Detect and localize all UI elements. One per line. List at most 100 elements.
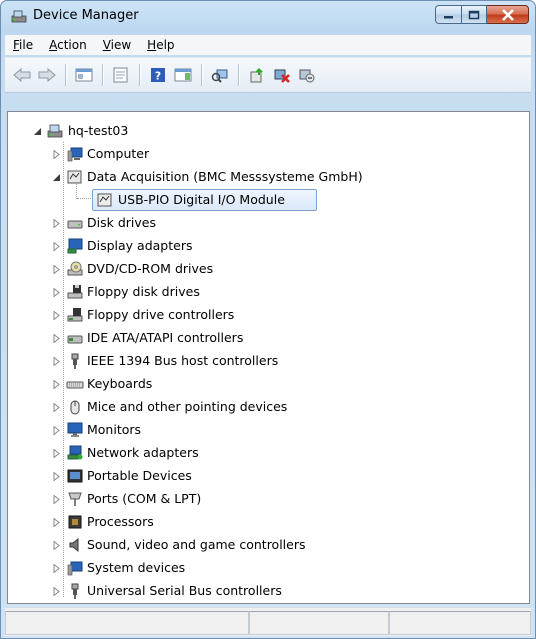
toolbar-separator — [102, 64, 104, 86]
network-adapter-icon — [67, 445, 83, 460]
tree-node-label: IDE ATA/ATAPI controllers — [87, 330, 244, 345]
tree-node-monitors[interactable]: Monitors — [8, 419, 528, 441]
menu-file[interactable]: File — [5, 38, 41, 52]
status-pane-3 — [389, 611, 531, 635]
tree-node-system-devices[interactable]: System devices — [8, 557, 528, 579]
tree-root[interactable]: hq-test03 — [8, 120, 528, 142]
expand-arrow-icon[interactable] — [52, 311, 61, 320]
expand-arrow-icon[interactable] — [52, 587, 61, 596]
computer-icon — [67, 147, 83, 162]
tree-node-portable-devices[interactable]: Portable Devices — [8, 465, 528, 487]
tree-node-label: System devices — [87, 560, 186, 575]
tree-node-label: Keyboards — [87, 376, 153, 391]
tree-node-network-adapters[interactable]: Network adapters — [8, 442, 528, 464]
expand-arrow-icon[interactable] — [52, 150, 61, 159]
menu-view[interactable]: View — [95, 38, 139, 52]
menu-view-label: iew — [110, 38, 132, 52]
tree-node-floppy-disk-drives[interactable]: Floppy disk drives — [8, 281, 528, 303]
tree-node-ports[interactable]: Ports (COM & LPT) — [8, 488, 528, 510]
toolbar-separator — [238, 64, 240, 86]
tree-node-label: Disk drives — [87, 215, 156, 230]
tree-node-dvd-cd-rom-drives[interactable]: DVD/CD-ROM drives — [8, 258, 528, 280]
scan-hardware-icon — [211, 69, 228, 83]
close-button[interactable] — [487, 5, 529, 24]
disable-device-icon — [299, 69, 315, 83]
window-title: Device Manager — [33, 8, 139, 23]
expand-arrow-icon[interactable] — [52, 380, 61, 389]
menu-action-accel: A — [49, 38, 58, 52]
device-tree-panel[interactable]: hq-test03 Computer Data Acquisition (BMC… — [7, 111, 530, 604]
tree-node-label: Floppy drive controllers — [87, 307, 235, 322]
usb-icon — [71, 583, 79, 599]
properties-icon — [113, 67, 128, 83]
firewire-icon — [71, 353, 79, 369]
menu-view-accel: V — [102, 38, 111, 52]
uninstall-icon — [274, 69, 290, 83]
tree-node-keyboards[interactable]: Keyboards — [8, 373, 528, 395]
update-driver-button[interactable] — [246, 64, 268, 86]
forward-icon — [38, 67, 56, 83]
expand-arrow-icon[interactable] — [52, 357, 61, 366]
scan-hardware-button[interactable] — [209, 64, 231, 86]
minimize-button[interactable] — [435, 5, 461, 24]
tree-node-sound-video-game[interactable]: Sound, video and game controllers — [8, 534, 528, 556]
tree-node-disk-drives[interactable]: Disk drives — [8, 212, 528, 234]
computer-root-icon — [47, 124, 63, 138]
expand-arrow-icon[interactable] — [52, 472, 61, 481]
toolbar-separator — [139, 64, 141, 86]
dvd-drive-icon — [67, 261, 83, 276]
title-bar[interactable]: Device Manager — [1, 1, 535, 31]
floppy-disk-icon — [67, 285, 83, 299]
io-module-icon — [97, 193, 112, 207]
collapse-arrow-icon[interactable] — [52, 173, 61, 182]
expand-arrow-icon[interactable] — [52, 495, 61, 504]
tree-node-usb-controllers[interactable]: Universal Serial Bus controllers — [8, 580, 528, 602]
properties-button[interactable] — [110, 64, 132, 86]
menu-action[interactable]: Action — [41, 38, 95, 52]
tree-node-label: Mice and other pointing devices — [87, 399, 288, 414]
data-acquisition-icon — [67, 170, 82, 184]
status-pane-1 — [5, 611, 249, 635]
expand-arrow-icon[interactable] — [52, 265, 61, 274]
expand-arrow-icon[interactable] — [52, 288, 61, 297]
sound-icon — [69, 537, 79, 553]
expand-arrow-icon[interactable] — [52, 541, 61, 550]
tree-node-label: DVD/CD-ROM drives — [87, 261, 214, 276]
tree-node-label: Ports (COM & LPT) — [87, 491, 202, 506]
disable-device-button[interactable] — [296, 64, 318, 86]
maximize-icon — [468, 10, 480, 19]
expand-arrow-icon[interactable] — [52, 334, 61, 343]
menu-help-label: elp — [156, 38, 175, 52]
maximize-button[interactable] — [461, 5, 487, 24]
show-hide-console-tree-icon — [75, 68, 93, 82]
tree-node-ieee-1394-controllers[interactable]: IEEE 1394 Bus host controllers — [8, 350, 528, 372]
expand-arrow-icon[interactable] — [52, 518, 61, 527]
tree-node-usb-pio-module[interactable]: USB-PIO Digital I/O Module — [8, 189, 528, 211]
expand-arrow-icon[interactable] — [52, 449, 61, 458]
expand-arrow-icon[interactable] — [52, 426, 61, 435]
portable-device-icon — [67, 469, 83, 483]
tree-node-label: Network adapters — [87, 445, 199, 460]
tree-node-computer[interactable]: Computer — [8, 143, 528, 165]
uninstall-button[interactable] — [271, 64, 293, 86]
tree-node-processors[interactable]: Processors — [8, 511, 528, 533]
expand-arrow-icon[interactable] — [52, 564, 61, 573]
tree-node-display-adapters[interactable]: Display adapters — [8, 235, 528, 257]
tree-node-ide-controllers[interactable]: IDE ATA/ATAPI controllers — [8, 327, 528, 349]
show-hide-console-tree-button[interactable] — [73, 64, 95, 86]
tree-node-floppy-drive-controllers[interactable]: Floppy drive controllers — [8, 304, 528, 326]
tree-node-label: USB-PIO Digital I/O Module — [118, 192, 285, 207]
status-pane-2 — [249, 611, 389, 635]
show-hide-action-pane-button[interactable] — [172, 64, 194, 86]
menu-action-label: ction — [57, 38, 87, 52]
tree-node-mice[interactable]: Mice and other pointing devices — [8, 396, 528, 418]
expand-arrow-icon[interactable] — [52, 219, 61, 228]
expand-arrow-icon[interactable] — [52, 403, 61, 412]
help-button[interactable]: ? — [147, 64, 169, 86]
expand-arrow-icon[interactable] — [52, 242, 61, 251]
forward-button[interactable] — [36, 64, 58, 86]
back-button[interactable] — [11, 64, 33, 86]
menu-help[interactable]: Help — [139, 38, 182, 52]
tree-node-data-acquisition[interactable]: Data Acquisition (BMC Messsysteme GmbH) — [8, 166, 528, 188]
collapse-arrow-icon[interactable] — [33, 127, 42, 136]
